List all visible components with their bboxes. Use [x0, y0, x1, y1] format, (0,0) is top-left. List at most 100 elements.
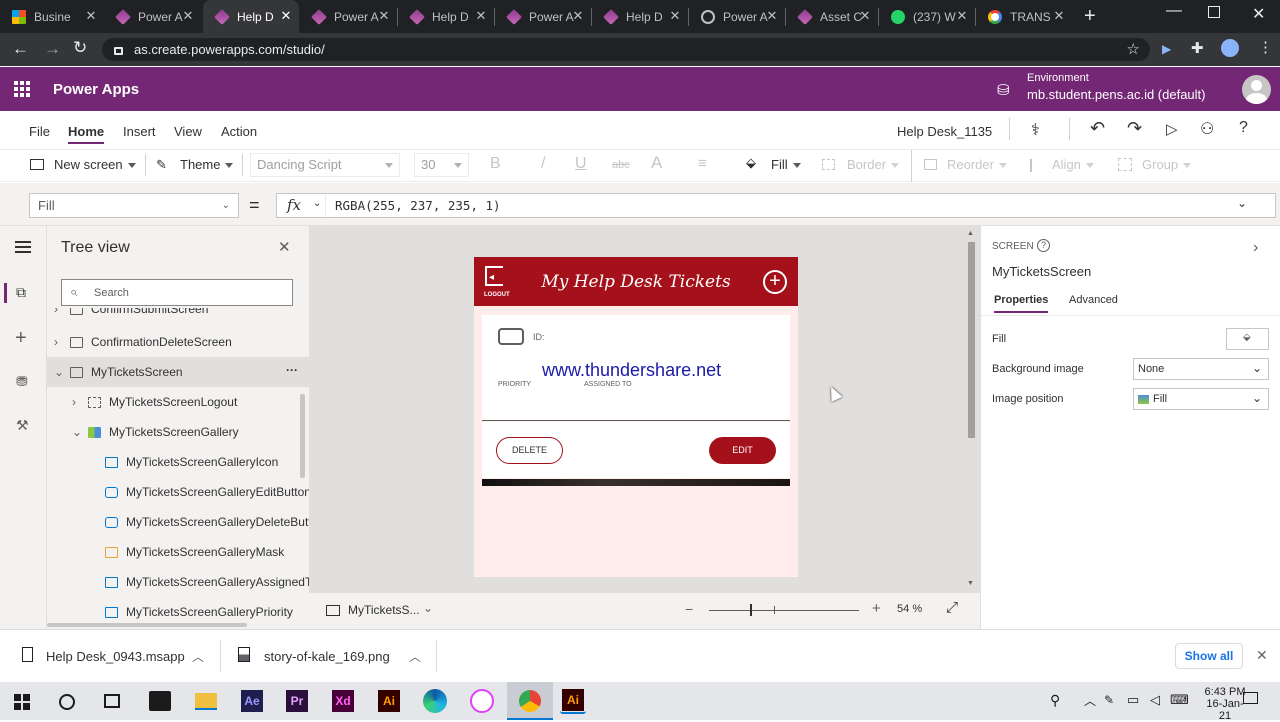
- underline-button[interactable]: U: [575, 155, 587, 173]
- theme-button[interactable]: Theme: [180, 157, 234, 172]
- close-icon[interactable]: ✕: [278, 238, 291, 256]
- zoom-slider-thumb[interactable]: [750, 604, 752, 616]
- formula-input[interactable]: RGBA(255, 237, 235, 1): [335, 198, 501, 213]
- bg-image-select[interactable]: None ⌄: [1133, 358, 1269, 380]
- chevron-up-icon[interactable]: ︿: [409, 648, 421, 665]
- tree-item[interactable]: MyTicketsScreenGalleryIcon: [47, 447, 309, 477]
- tree-item[interactable]: › MyTicketsScreenLogout: [47, 387, 309, 417]
- strikethrough-button[interactable]: abc: [612, 159, 630, 171]
- fit-to-window-icon[interactable]: ⤢: [946, 599, 958, 616]
- pen-icon[interactable]: ✎: [1104, 693, 1114, 707]
- more-options-icon[interactable]: ···: [286, 363, 298, 377]
- tree-item[interactable]: MyTicketsScreenGalleryPriority: [47, 597, 309, 625]
- align-button[interactable]: Align: [1052, 157, 1094, 172]
- tree-item[interactable]: › ConfirmationDeleteScreen: [47, 327, 309, 357]
- zoom-in-button[interactable]: +: [872, 600, 881, 617]
- zoom-slider[interactable]: [709, 610, 859, 611]
- close-icon[interactable]: ✕: [377, 9, 391, 23]
- close-icon[interactable]: ✕: [84, 9, 98, 23]
- new-tab-button[interactable]: +: [1084, 5, 1096, 28]
- extension-icon[interactable]: ▶: [1162, 42, 1171, 56]
- tree-item[interactable]: › ConfirmSubmitScreen: [47, 308, 309, 324]
- chevron-up-icon[interactable]: ︿: [1084, 692, 1096, 709]
- close-icon[interactable]: ✕: [858, 9, 872, 23]
- browser-tab[interactable]: Busine ✕: [0, 0, 104, 33]
- environment-value[interactable]: mb.student.pens.ac.id (default): [1027, 87, 1206, 102]
- chevron-right-icon[interactable]: ›: [54, 335, 70, 349]
- minimize-button[interactable]: —: [1166, 2, 1182, 20]
- clock[interactable]: 6:43 PM 16-Jan-21: [1203, 686, 1247, 722]
- data-source-icon[interactable]: ⛃: [16, 373, 28, 390]
- close-icon[interactable]: ✕: [765, 9, 779, 23]
- edit-button[interactable]: EDIT: [709, 437, 776, 464]
- volume-icon[interactable]: ◁: [1150, 692, 1160, 708]
- tree-search-input[interactable]: ⌕ Search: [61, 279, 293, 306]
- tree-item[interactable]: MyTicketsScreenGalleryDeleteButton: [47, 507, 309, 537]
- tab-properties[interactable]: Properties: [994, 294, 1049, 313]
- expand-formula-icon[interactable]: ⌄: [1237, 196, 1247, 210]
- scroll-thumb[interactable]: [968, 242, 975, 438]
- menu-view[interactable]: View: [174, 124, 202, 139]
- menu-action[interactable]: Action: [221, 124, 257, 139]
- app-screen-preview[interactable]: ◂— LOGOUT My Help Desk Tickets + ID: www…: [474, 257, 798, 577]
- window-close-button[interactable]: ✕: [1252, 4, 1265, 24]
- redo-icon[interactable]: ↷: [1127, 118, 1142, 139]
- illustrator-icon[interactable]: Ai: [376, 688, 402, 714]
- task-view-icon[interactable]: [104, 694, 120, 708]
- undo-icon[interactable]: ↶: [1090, 118, 1105, 139]
- edge-icon[interactable]: [423, 689, 447, 713]
- user-avatar[interactable]: [1242, 75, 1271, 104]
- close-icon[interactable]: ✕: [279, 9, 293, 23]
- border-button[interactable]: Border: [847, 157, 900, 172]
- premiere-icon[interactable]: Pr: [284, 688, 310, 714]
- close-icon[interactable]: ✕: [571, 9, 585, 23]
- chevron-right-icon[interactable]: ›: [1253, 239, 1258, 257]
- download-item[interactable]: story-of-kale_169.png ︿: [226, 630, 436, 683]
- maximize-button[interactable]: [1208, 6, 1220, 18]
- close-icon[interactable]: ✕: [955, 9, 969, 23]
- browser-tab[interactable]: Help D ✕: [398, 0, 494, 33]
- reload-icon[interactable]: ↻: [73, 38, 87, 58]
- text-align-button[interactable]: ≡: [698, 155, 707, 172]
- canvas-scrollbar[interactable]: ▲ ▼: [967, 230, 976, 590]
- app-launcher-icon[interactable]: [14, 81, 30, 97]
- app-checker-icon[interactable]: ⚕: [1031, 120, 1040, 140]
- app-title[interactable]: Power Apps: [53, 81, 139, 98]
- selected-screen-name[interactable]: MyTicketsScreen: [992, 264, 1091, 279]
- menu-insert[interactable]: Insert: [123, 124, 156, 139]
- zoom-out-button[interactable]: −: [685, 601, 693, 617]
- music-icon[interactable]: [470, 689, 494, 713]
- app-name[interactable]: Help Desk_1135: [897, 124, 992, 139]
- italic-button[interactable]: /: [541, 155, 545, 173]
- tree-item[interactable]: ⌄ MyTicketsScreenGallery: [47, 417, 309, 447]
- file-explorer-icon[interactable]: [195, 693, 217, 710]
- screen-selector[interactable]: MyTicketsS...: [348, 603, 420, 617]
- back-icon[interactable]: ←: [12, 39, 29, 59]
- people-icon[interactable]: ⚲: [1050, 692, 1060, 709]
- browser-tab[interactable]: (237) W ✕: [879, 0, 975, 33]
- tree-item[interactable]: MyTicketsScreenGalleryEditButton: [47, 477, 309, 507]
- windows-start-icon[interactable]: [14, 694, 30, 710]
- tree-horizontal-scrollbar[interactable]: [47, 623, 247, 627]
- browser-tab[interactable]: Power A ✕: [300, 0, 397, 33]
- close-icon[interactable]: ✕: [668, 9, 682, 23]
- bookmark-star-icon[interactable]: ☆: [1127, 38, 1140, 61]
- fx-chevron-icon[interactable]: ⌄: [313, 198, 321, 209]
- close-icon[interactable]: ✕: [1052, 9, 1066, 23]
- store-icon[interactable]: [149, 691, 171, 711]
- menu-home[interactable]: Home: [68, 124, 105, 144]
- browser-tab[interactable]: Help D ✕: [592, 0, 688, 33]
- image-position-select[interactable]: Fill ⌄: [1133, 388, 1269, 410]
- forward-icon[interactable]: →: [44, 39, 61, 59]
- tree-item-selected[interactable]: ⌄ MyTicketsScreen ···: [47, 357, 309, 387]
- chevron-right-icon[interactable]: ›: [72, 395, 88, 409]
- font-size-select[interactable]: 30: [414, 153, 469, 177]
- font-color-button[interactable]: A: [651, 153, 662, 173]
- xd-icon[interactable]: Xd: [330, 688, 356, 714]
- url-bar[interactable]: as.create.powerapps.com/studio/ ☆: [102, 38, 1150, 61]
- profile-avatar-icon[interactable]: [1221, 39, 1239, 57]
- gallery-item[interactable]: ID: www.thundershare.net PRIORITY ASSIGN…: [482, 315, 790, 421]
- share-user-icon[interactable]: ⚇: [1200, 119, 1214, 139]
- download-item[interactable]: Help Desk_0943.msapp ︿: [14, 630, 220, 683]
- browser-tab-active[interactable]: Help D ✕: [203, 0, 299, 33]
